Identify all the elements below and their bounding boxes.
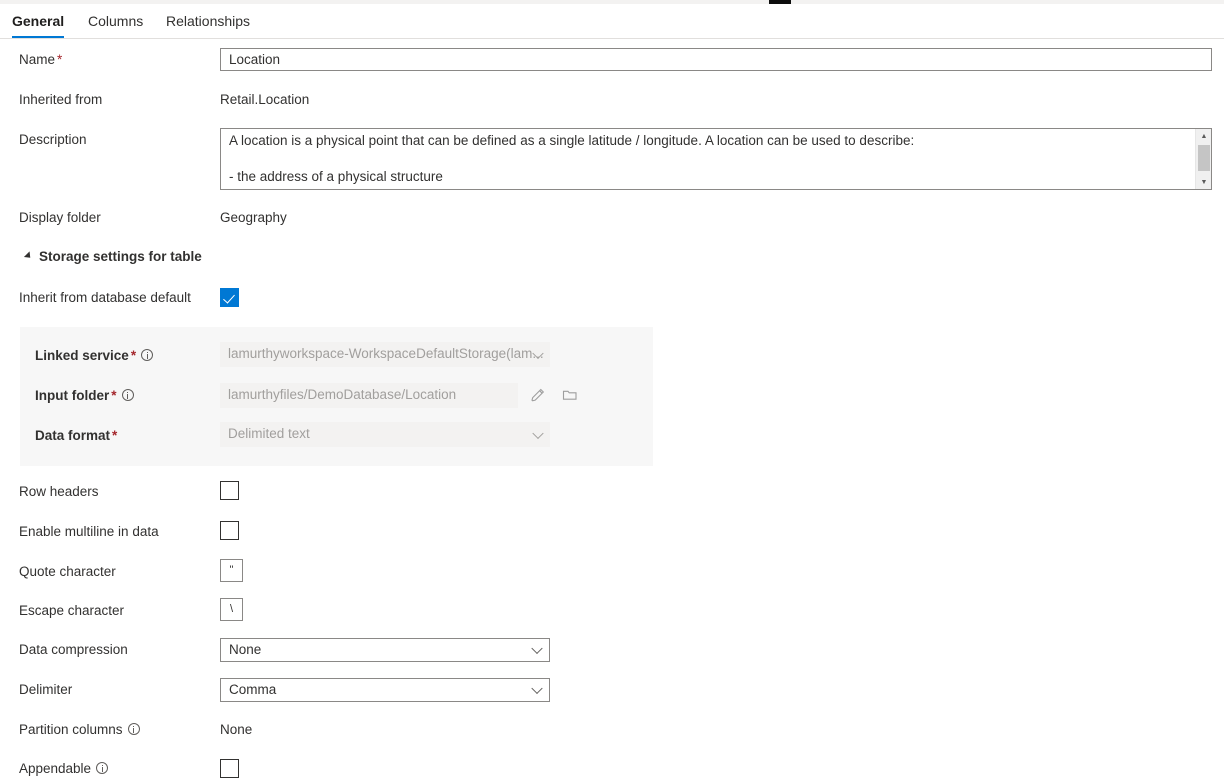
info-icon[interactable]: [141, 349, 153, 361]
inherit-default-checkbox[interactable]: [220, 288, 239, 307]
description-label: Description: [19, 132, 87, 147]
info-icon[interactable]: [96, 762, 108, 774]
display-folder-value: Geography: [220, 210, 287, 225]
name-label: Name*: [19, 52, 62, 67]
partition-columns-label: Partition columns: [19, 722, 140, 737]
info-icon[interactable]: [122, 389, 134, 401]
inherited-from-value: Retail.Location: [220, 92, 309, 107]
input-folder-value: lamurthyfiles/DemoDatabase/Location: [228, 387, 456, 402]
chevron-down-icon: [532, 427, 543, 438]
data-compression-value: None: [229, 642, 261, 657]
name-label-text: Name: [19, 52, 55, 67]
delimiter-label: Delimiter: [19, 682, 72, 697]
data-format-label: Data format*: [35, 428, 117, 443]
enable-multiline-label: Enable multiline in data: [19, 524, 159, 539]
appendable-label-text: Appendable: [19, 761, 91, 776]
linked-service-label: Linked service*: [35, 348, 153, 363]
delimiter-value: Comma: [229, 682, 276, 697]
linked-service-value: lamurthyworkspace-WorkspaceDefaultStorag…: [228, 346, 544, 361]
data-format-label-text: Data format: [35, 428, 110, 443]
scrollbar-thumb[interactable]: [1198, 145, 1210, 171]
linked-service-dropdown[interactable]: lamurthyworkspace-WorkspaceDefaultStorag…: [220, 342, 550, 367]
inherited-from-label: Inherited from: [19, 92, 102, 107]
display-folder-label: Display folder: [19, 210, 101, 225]
appendable-checkbox[interactable]: [220, 759, 239, 778]
data-compression-label: Data compression: [19, 642, 128, 657]
escape-character-input[interactable]: \: [220, 598, 243, 621]
linked-service-required-mark: *: [131, 348, 136, 363]
row-headers-label: Row headers: [19, 484, 99, 499]
data-format-value: Delimited text: [228, 426, 310, 441]
input-folder-label: Input folder*: [35, 388, 134, 403]
partition-columns-value: None: [220, 722, 252, 737]
scroll-down-arrow-icon[interactable]: ▼: [1196, 176, 1212, 188]
data-compression-dropdown[interactable]: None: [220, 638, 550, 662]
tab-bar: General Columns Relationships: [0, 4, 1224, 39]
chevron-expanded-icon: [24, 251, 33, 260]
tab-general[interactable]: General: [12, 4, 64, 38]
info-icon[interactable]: [128, 723, 140, 735]
description-text: A location is a physical point that can …: [229, 132, 1179, 186]
scroll-up-arrow-icon[interactable]: ▲: [1196, 130, 1212, 142]
description-textarea[interactable]: A location is a physical point that can …: [220, 128, 1212, 190]
appendable-label: Appendable: [19, 761, 108, 776]
inherit-default-label: Inherit from database default: [19, 290, 191, 305]
quote-character-label: Quote character: [19, 564, 116, 579]
input-folder-label-text: Input folder: [35, 388, 109, 403]
name-required-mark: *: [57, 52, 62, 67]
storage-settings-section-header[interactable]: Storage settings for table: [26, 249, 202, 264]
data-format-dropdown[interactable]: Delimited text: [220, 422, 550, 447]
description-scrollbar[interactable]: ▲ ▼: [1195, 129, 1211, 189]
data-format-required-mark: *: [112, 428, 117, 443]
browse-folder-icon[interactable]: [561, 386, 581, 406]
delimiter-dropdown[interactable]: Comma: [220, 678, 550, 702]
input-folder-field[interactable]: lamurthyfiles/DemoDatabase/Location: [220, 383, 518, 408]
edit-pencil-icon[interactable]: [529, 386, 549, 406]
partition-columns-label-text: Partition columns: [19, 722, 123, 737]
linked-service-label-text: Linked service: [35, 348, 129, 363]
input-folder-required-mark: *: [111, 388, 116, 403]
tab-relationships[interactable]: Relationships: [166, 4, 250, 38]
quote-character-input[interactable]: ": [220, 559, 243, 582]
chevron-down-icon: [531, 643, 542, 654]
tab-columns[interactable]: Columns: [88, 4, 143, 38]
name-input[interactable]: [220, 48, 1212, 71]
escape-character-label: Escape character: [19, 603, 124, 618]
storage-settings-label: Storage settings for table: [39, 249, 202, 264]
enable-multiline-checkbox[interactable]: [220, 521, 239, 540]
chevron-down-icon: [531, 683, 542, 694]
row-headers-checkbox[interactable]: [220, 481, 239, 500]
